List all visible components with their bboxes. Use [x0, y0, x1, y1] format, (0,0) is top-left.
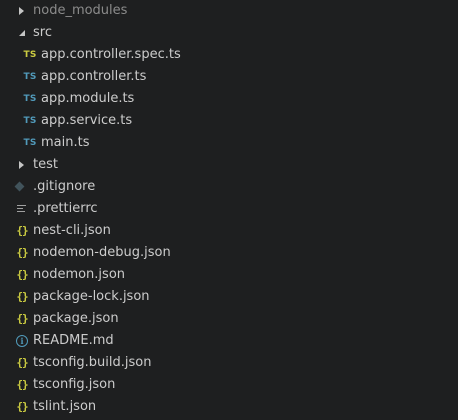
tree-item-app-service-ts[interactable]: TS app.service.ts — [0, 110, 458, 132]
tree-item-tslint-json[interactable]: {} tslint.json — [0, 396, 458, 418]
file-label: tslint.json — [33, 399, 97, 414]
tree-item-nodemon-json[interactable]: {} nodemon.json — [0, 264, 458, 286]
json-icon: {} — [16, 356, 28, 369]
chevron-right-icon[interactable] — [19, 7, 24, 15]
file-label: nodemon.json — [33, 267, 126, 282]
file-label: .gitignore — [33, 179, 96, 194]
tree-item-node-modules[interactable]: node_modules — [0, 0, 458, 22]
info-icon: i — [16, 335, 28, 347]
file-label: app.service.ts — [41, 113, 133, 128]
tree-item-nodemon-debug-json[interactable]: {} nodemon-debug.json — [0, 242, 458, 264]
file-label: README.md — [33, 333, 114, 348]
file-label: tsconfig.json — [33, 377, 116, 392]
file-label: app.controller.ts — [41, 69, 147, 84]
file-explorer-tree: node_modules src TS app.controller.spec.… — [0, 0, 458, 420]
tree-item-app-controller-ts[interactable]: TS app.controller.ts — [0, 66, 458, 88]
json-icon: {} — [16, 268, 28, 281]
folder-label: node_modules — [33, 3, 128, 18]
tree-item-package-json[interactable]: {} package.json — [0, 308, 458, 330]
typescript-icon: TS — [23, 116, 37, 126]
git-icon — [14, 181, 25, 192]
file-label: package.json — [33, 311, 119, 326]
folder-label: src — [33, 25, 52, 40]
file-label: app.module.ts — [41, 91, 135, 106]
tree-item-src[interactable]: src — [0, 22, 458, 44]
json-icon: {} — [16, 224, 28, 237]
file-label: package-lock.json — [33, 289, 150, 304]
chevron-down-icon[interactable] — [19, 30, 25, 36]
tree-item-app-module-ts[interactable]: TS app.module.ts — [0, 88, 458, 110]
chevron-right-icon[interactable] — [19, 161, 24, 169]
tree-item-prettierrc[interactable]: .prettierrc — [0, 198, 458, 220]
tree-item-test[interactable]: test — [0, 154, 458, 176]
typescript-icon: TS — [23, 94, 37, 104]
typescript-icon: TS — [23, 138, 37, 148]
file-label: tsconfig.build.json — [33, 355, 152, 370]
json-icon: {} — [16, 400, 28, 413]
tree-item-app-controller-spec-ts[interactable]: TS app.controller.spec.ts — [0, 44, 458, 66]
file-label: main.ts — [41, 135, 90, 150]
tree-item-package-lock-json[interactable]: {} package-lock.json — [0, 286, 458, 308]
json-icon: {} — [16, 290, 28, 303]
json-icon: {} — [16, 246, 28, 259]
typescript-icon: TS — [23, 72, 37, 82]
tree-item-nest-cli-json[interactable]: {} nest-cli.json — [0, 220, 458, 242]
tree-item-main-ts[interactable]: TS main.ts — [0, 132, 458, 154]
folder-label: test — [33, 157, 58, 172]
tree-item-readme-md[interactable]: i README.md — [0, 330, 458, 352]
file-label: app.controller.spec.ts — [41, 47, 181, 62]
file-label: .prettierrc — [33, 201, 98, 216]
tree-item-tsconfig-build-json[interactable]: {} tsconfig.build.json — [0, 352, 458, 374]
typescript-icon: TS — [23, 50, 37, 60]
json-icon: {} — [16, 312, 28, 325]
json-icon: {} — [16, 378, 28, 391]
file-label: nodemon-debug.json — [33, 245, 171, 260]
tree-item-tsconfig-json[interactable]: {} tsconfig.json — [0, 374, 458, 396]
file-label: nest-cli.json — [33, 223, 111, 238]
tree-item-gitignore[interactable]: .gitignore — [0, 176, 458, 198]
